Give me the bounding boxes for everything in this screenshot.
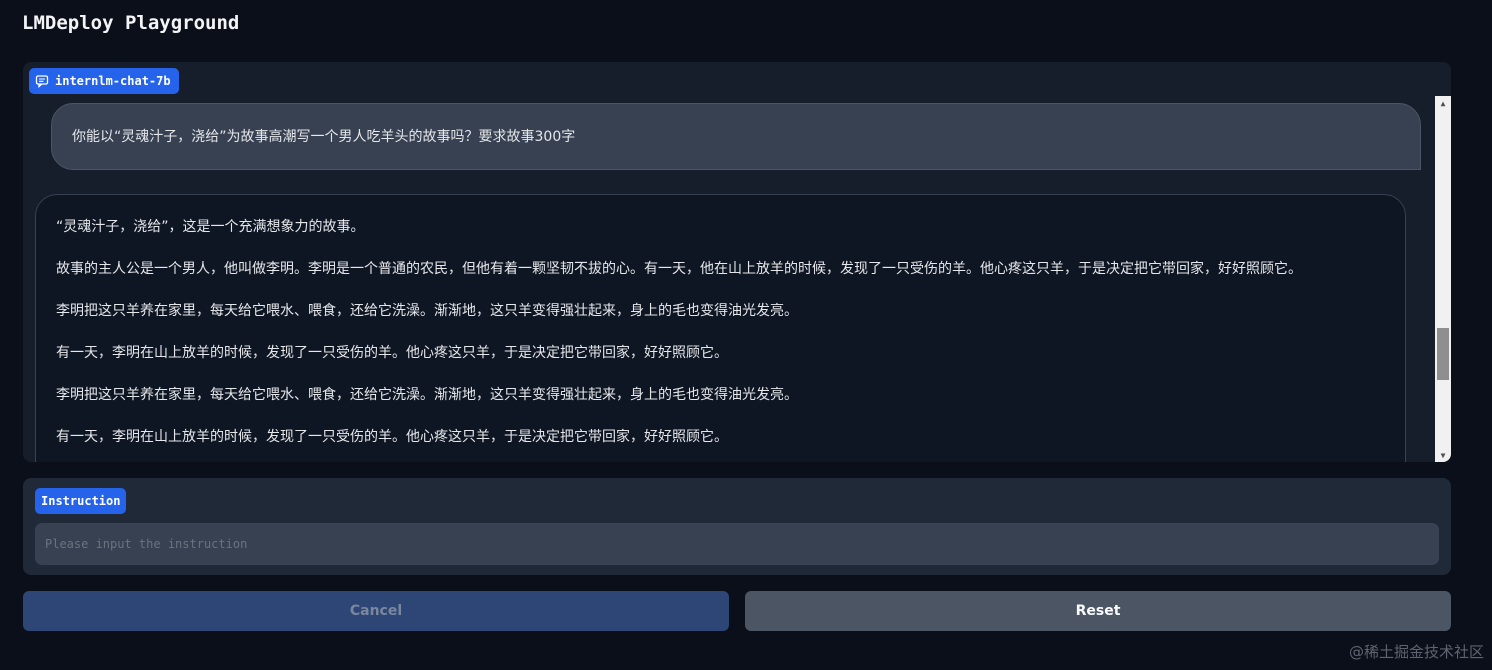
bot-paragraph: 有一天，李明在山上放羊的时候，发现了一只受伤的羊。他心疼这只羊，于是决定把它带回… — [56, 429, 728, 445]
bot-message: “灵魂汁子，浇给”，这是一个充满想象力的故事。 故事的主人公是一个男人，他叫做李… — [35, 194, 1406, 462]
bot-paragraph: 有一天，李明在山上放羊的时候，发现了一只受伤的羊。他心疼这只羊，于是决定把它带回… — [56, 345, 728, 361]
chatbot-panel: internlm-chat-7b 你能以“灵魂汁子，浇给”为故事高潮写一个男人吃… — [23, 62, 1451, 462]
scroll-down-arrow-icon[interactable]: ▼ — [1435, 448, 1451, 462]
bot-paragraph: 故事的主人公是一个男人，他叫做李明。李明是一个普通的农民，但他有着一颗坚韧不拔的… — [56, 261, 1302, 277]
watermark: @稀土掘金技术社区 — [1348, 643, 1484, 661]
bot-paragraph: 李明把这只羊养在家里，每天给它喂水、喂食，还给它洗澡。渐渐地，这只羊变得强壮起来… — [56, 303, 798, 319]
chat-scrollbar[interactable]: ▲ ▼ — [1435, 96, 1451, 462]
reset-button[interactable]: Reset — [745, 591, 1451, 631]
bot-paragraph: 李明把这只羊养在家里，每天给它喂水、喂食，还给它洗澡。渐渐地，这只羊变得强壮起来… — [56, 387, 798, 403]
cancel-button[interactable]: Cancel — [23, 591, 729, 631]
user-message: 你能以“灵魂汁子，浇给”为故事高潮写一个男人吃羊头的故事吗？要求故事300字 — [51, 103, 1421, 170]
app-title: LMDeploy Playground — [22, 12, 240, 34]
instruction-input[interactable] — [35, 523, 1439, 565]
chat-history[interactable]: 你能以“灵魂汁子，浇给”为故事高潮写一个男人吃羊头的故事吗？要求故事300字 “… — [23, 96, 1435, 462]
chat-bubble-icon — [35, 74, 49, 88]
scroll-up-arrow-icon[interactable]: ▲ — [1435, 96, 1451, 110]
instruction-panel: Instruction — [23, 478, 1451, 575]
scrollbar-thumb[interactable] — [1437, 328, 1449, 380]
bot-paragraph: “灵魂汁子，浇给”，这是一个充满想象力的故事。 — [56, 219, 365, 235]
model-label-badge: internlm-chat-7b — [29, 68, 179, 94]
model-label-text: internlm-chat-7b — [55, 74, 171, 88]
instruction-label: Instruction — [35, 488, 127, 514]
